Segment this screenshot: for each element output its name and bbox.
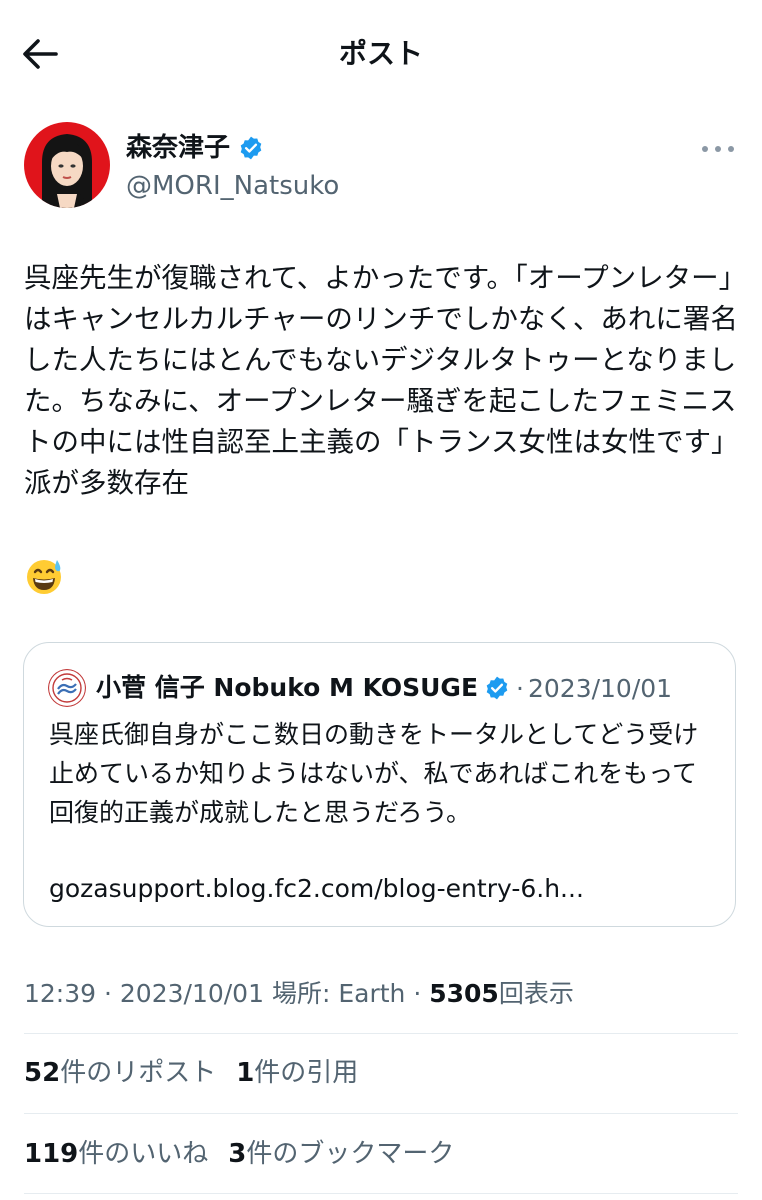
reposts-label: 件のリポスト	[60, 1058, 217, 1088]
quoted-avatar-image	[48, 669, 86, 707]
post-location: 場所: Earth	[271, 979, 406, 1008]
stats-row-reposts: 52件のリポスト 1件の引用	[24, 1053, 378, 1093]
avatar-image	[24, 122, 110, 208]
quoted-post-header: 小菅 信子 Nobuko M KOSUGE · 2023/10/01	[48, 669, 672, 707]
meta-separator: ·	[413, 979, 422, 1008]
divider	[24, 1113, 738, 1114]
likes-label: 件のいいね	[78, 1139, 209, 1169]
page-title: ポスト	[338, 37, 423, 70]
verified-badge-icon	[240, 136, 262, 160]
quoted-post-card[interactable]: 小菅 信子 Nobuko M KOSUGE · 2023/10/01 呉座氏御自…	[23, 642, 736, 927]
quotes-count: 1	[236, 1058, 255, 1088]
more-horizontal-icon	[702, 146, 734, 152]
bookmarks-count: 3	[228, 1139, 247, 1169]
top-bar: ポスト	[0, 0, 762, 110]
handle[interactable]: @MORI_Natsuko	[126, 168, 339, 204]
post-time[interactable]: 12:39	[24, 979, 96, 1008]
quoted-post-text: 呉座氏御自身がここ数日の動きをトータルとしてどう受け止めているか知りようはないが…	[49, 720, 699, 827]
quoted-display-name: 小菅 信子 Nobuko M KOSUGE	[96, 673, 479, 702]
quotes-label: 件の引用	[254, 1058, 359, 1088]
bookmarks-label: 件のブックマーク	[246, 1139, 455, 1169]
bookmarks-stat[interactable]: 3件のブックマーク	[228, 1134, 454, 1174]
quoted-post-link[interactable]: gozasupport.blog.fc2.com/blog-entry-6.h.…	[49, 870, 584, 908]
quotes-stat[interactable]: 1件の引用	[236, 1053, 358, 1093]
grinning-face-with-sweat-emoji	[27, 560, 61, 594]
divider	[24, 1033, 738, 1034]
stats-row-likes: 119件のいいね 3件のブックマーク	[24, 1134, 474, 1174]
display-name-row: 森奈津子	[126, 130, 264, 166]
display-name[interactable]: 森奈津子	[126, 130, 230, 166]
avatar[interactable]	[24, 122, 110, 208]
likes-count: 119	[24, 1139, 79, 1169]
quoted-avatar[interactable]	[48, 669, 86, 707]
likes-stat[interactable]: 119件のいいね	[24, 1134, 208, 1174]
meta-separator: ·	[104, 979, 112, 1008]
views-count: 5305	[429, 979, 499, 1008]
post-date[interactable]: 2023/10/01	[120, 979, 264, 1008]
views-label: 回表示	[498, 979, 574, 1008]
divider	[24, 1193, 738, 1194]
post-meta: 12:39 · 2023/10/01 場所: Earth · 5305回表示	[24, 974, 574, 1014]
more-options-button[interactable]	[698, 134, 738, 164]
quoted-date: 2023/10/01	[527, 673, 673, 703]
reposts-stat[interactable]: 52件のリポスト	[24, 1053, 216, 1093]
quoted-separator: ·	[516, 673, 524, 703]
post-text: 呉座先生が復職されて、よかったです。「オープンレター」はキャンセルカルチャーのリ…	[24, 262, 739, 499]
verified-badge-icon	[486, 676, 508, 700]
post-author: 森奈津子 @MORI_Natsuko	[24, 122, 738, 212]
reposts-count: 52	[24, 1058, 61, 1088]
